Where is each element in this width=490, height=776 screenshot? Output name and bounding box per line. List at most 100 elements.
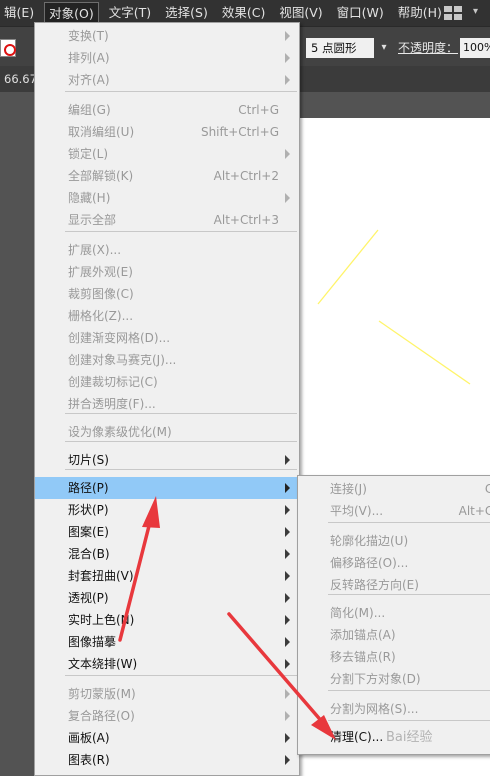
watermark: Bai经验 bbox=[386, 730, 433, 745]
path-submenu-item[interactable]: 简化(M)... bbox=[298, 602, 490, 624]
menu-item-label: 对齐(A) bbox=[68, 73, 110, 87]
menu-separator bbox=[65, 675, 297, 676]
object-menu-item[interactable]: 路径(P) bbox=[35, 477, 299, 499]
object-menu-item[interactable]: 锁定(L) bbox=[35, 143, 299, 165]
object-menu-item[interactable]: 扩展外观(E) bbox=[35, 261, 299, 283]
object-menu-item[interactable]: 复合路径(O) bbox=[35, 705, 299, 727]
menubar-item[interactable]: 窗口(W) bbox=[333, 2, 388, 24]
path-line-1[interactable] bbox=[317, 229, 379, 305]
object-menu-item[interactable]: 显示全部 Alt+Ctrl+3 bbox=[35, 209, 299, 231]
path-submenu-item[interactable]: 平均(V)... Alt+Ct bbox=[298, 500, 490, 522]
menu-item-label: 实时上色(N) bbox=[68, 613, 135, 627]
brush-chevron-down-icon[interactable]: ▾ bbox=[376, 38, 392, 58]
menu-item-label: 分割为网格(S)... bbox=[330, 702, 419, 716]
menubar-item[interactable]: 对象(O) bbox=[44, 2, 99, 24]
object-menu-item[interactable]: 设为像素级优化(M) bbox=[35, 421, 299, 443]
zoom-level: 66.67 bbox=[4, 72, 37, 86]
opacity-input[interactable]: 100% bbox=[460, 38, 490, 58]
submenu-arrow-icon bbox=[285, 149, 290, 159]
menu-item-label: 混合(B) bbox=[68, 547, 110, 561]
menu-item-label: 锁定(L) bbox=[68, 147, 109, 161]
menu-item-label: 全部解锁(K) bbox=[68, 169, 134, 183]
submenu-arrow-icon bbox=[285, 75, 290, 85]
workspace-grid-icon[interactable] bbox=[444, 6, 462, 20]
menu-item-shortcut: Alt+Ctrl+2 bbox=[213, 169, 279, 183]
object-menu-item[interactable]: 创建裁切标记(C) bbox=[35, 371, 299, 393]
object-menu-item[interactable]: 拼合透明度(F)... bbox=[35, 393, 299, 415]
menu-item-label: 设为像素级优化(M) bbox=[68, 425, 172, 439]
menu-item-label: 复合路径(O) bbox=[68, 709, 135, 723]
menubar-item[interactable]: 效果(C) bbox=[218, 2, 269, 24]
menu-item-label: 剪切蒙版(M) bbox=[68, 687, 136, 701]
object-menu-item[interactable]: 创建对象马赛克(J)... bbox=[35, 349, 299, 371]
path-submenu-item[interactable]: 添加锚点(A) bbox=[298, 624, 490, 646]
object-menu-item[interactable]: 图表(R) bbox=[35, 749, 299, 771]
path-submenu-item[interactable]: 连接(J) Ct bbox=[298, 478, 490, 500]
path-submenu-item[interactable]: 反转路径方向(E) bbox=[298, 574, 490, 596]
menu-item-label: 扩展(X)... bbox=[68, 243, 122, 257]
menu-item-label: 图表(R) bbox=[68, 753, 110, 767]
brush-size-select[interactable]: 5 点圆形 bbox=[306, 38, 374, 58]
object-menu-item[interactable]: 取消编组(U) Shift+Ctrl+G bbox=[35, 121, 299, 143]
object-menu-item[interactable]: 图案(E) bbox=[35, 521, 299, 543]
menu-item-label: 封套扭曲(V) bbox=[68, 569, 134, 583]
path-submenu-item[interactable]: 轮廓化描边(U) bbox=[298, 530, 490, 552]
path-submenu: 连接(J) Ct 平均(V)... Alt+Ct 轮廓化描边(U) 偏移路径(O)... 反… bbox=[297, 475, 490, 755]
object-menu-item[interactable]: 封套扭曲(V) bbox=[35, 565, 299, 587]
menu-item-label: 变换(T) bbox=[68, 29, 109, 43]
object-menu-item[interactable]: 对齐(A) bbox=[35, 69, 299, 91]
path-submenu-item[interactable]: 偏移路径(O)... bbox=[298, 552, 490, 574]
object-menu-item[interactable]: 隐藏(H) bbox=[35, 187, 299, 209]
object-menu-item[interactable]: 图像描摹 bbox=[35, 631, 299, 653]
menubar-item[interactable]: 文字(T) bbox=[105, 2, 155, 24]
object-menu-item[interactable]: 裁剪图像(C) bbox=[35, 283, 299, 305]
object-menu-item[interactable]: 剪切蒙版(M) bbox=[35, 683, 299, 705]
menu-item-label: 透视(P) bbox=[68, 591, 109, 605]
path-submenu-item[interactable]: 分割为网格(S)... bbox=[298, 698, 490, 720]
menu-item-label: 反转路径方向(E) bbox=[330, 578, 419, 592]
object-menu-item[interactable]: 实时上色(N) bbox=[35, 609, 299, 631]
object-menu: 变换(T) 排列(A) 对齐(A) 编组(G) Ctrl+G 取消编组(U) Shift+C… bbox=[34, 22, 300, 776]
object-menu-item[interactable]: 扩展(X)... bbox=[35, 239, 299, 261]
object-menu-item[interactable]: 编组(G) Ctrl+G bbox=[35, 99, 299, 121]
object-menu-item[interactable]: 形状(P) bbox=[35, 499, 299, 521]
menu-item-label: 文本绕排(W) bbox=[68, 657, 138, 671]
menu-item-label: 简化(M)... bbox=[330, 606, 386, 620]
menu-item-shortcut: Ctrl+G bbox=[238, 103, 279, 117]
object-menu-item[interactable]: 全部解锁(K) Alt+Ctrl+2 bbox=[35, 165, 299, 187]
stroke-swatch[interactable] bbox=[0, 39, 16, 57]
object-menu-item[interactable]: 文本绕排(W) bbox=[35, 653, 299, 675]
menu-separator bbox=[65, 91, 297, 92]
submenu-arrow-icon bbox=[285, 505, 290, 515]
object-menu-item[interactable]: 变换(T) bbox=[35, 25, 299, 47]
submenu-arrow-icon bbox=[285, 733, 290, 743]
menu-item-label: 画板(A) bbox=[68, 731, 110, 745]
path-submenu-item[interactable]: 分割下方对象(D) bbox=[298, 668, 490, 690]
menubar-item[interactable]: 视图(V) bbox=[275, 2, 326, 24]
menubar-item[interactable]: 辑(E) bbox=[0, 2, 38, 24]
menubar-item[interactable]: 帮助(H) bbox=[394, 2, 446, 24]
path-submenu-item[interactable]: 移去锚点(R) bbox=[298, 646, 490, 668]
menu-item-label: 拼合透明度(F)... bbox=[68, 397, 156, 411]
submenu-arrow-icon bbox=[285, 593, 290, 603]
workspace-chevron-down-icon[interactable]: ▾ bbox=[473, 6, 478, 17]
object-menu-item[interactable]: 混合(B) bbox=[35, 543, 299, 565]
menu-item-label: 清理(C)... bbox=[330, 730, 384, 744]
menu-separator bbox=[328, 690, 490, 691]
menu-item-label: 添加锚点(A) bbox=[330, 628, 396, 642]
submenu-arrow-icon bbox=[285, 571, 290, 581]
object-menu-item[interactable]: 创建渐变网格(D)... bbox=[35, 327, 299, 349]
menu-item-shortcut: Ct bbox=[484, 482, 490, 496]
menu-item-label: 偏移路径(O)... bbox=[330, 556, 409, 570]
object-menu-item[interactable]: 栅格化(Z)... bbox=[35, 305, 299, 327]
menubar-item[interactable]: 选择(S) bbox=[161, 2, 212, 24]
submenu-arrow-icon bbox=[285, 615, 290, 625]
menu-item-label: 扩展外观(E) bbox=[68, 265, 133, 279]
object-menu-item[interactable]: 切片(S) bbox=[35, 449, 299, 471]
submenu-arrow-icon bbox=[285, 53, 290, 63]
menu-separator bbox=[328, 720, 490, 721]
object-menu-item[interactable]: 透视(P) bbox=[35, 587, 299, 609]
object-menu-item[interactable]: 排列(A) bbox=[35, 47, 299, 69]
object-menu-item[interactable]: 画板(A) bbox=[35, 727, 299, 749]
path-line-2[interactable] bbox=[378, 320, 471, 385]
